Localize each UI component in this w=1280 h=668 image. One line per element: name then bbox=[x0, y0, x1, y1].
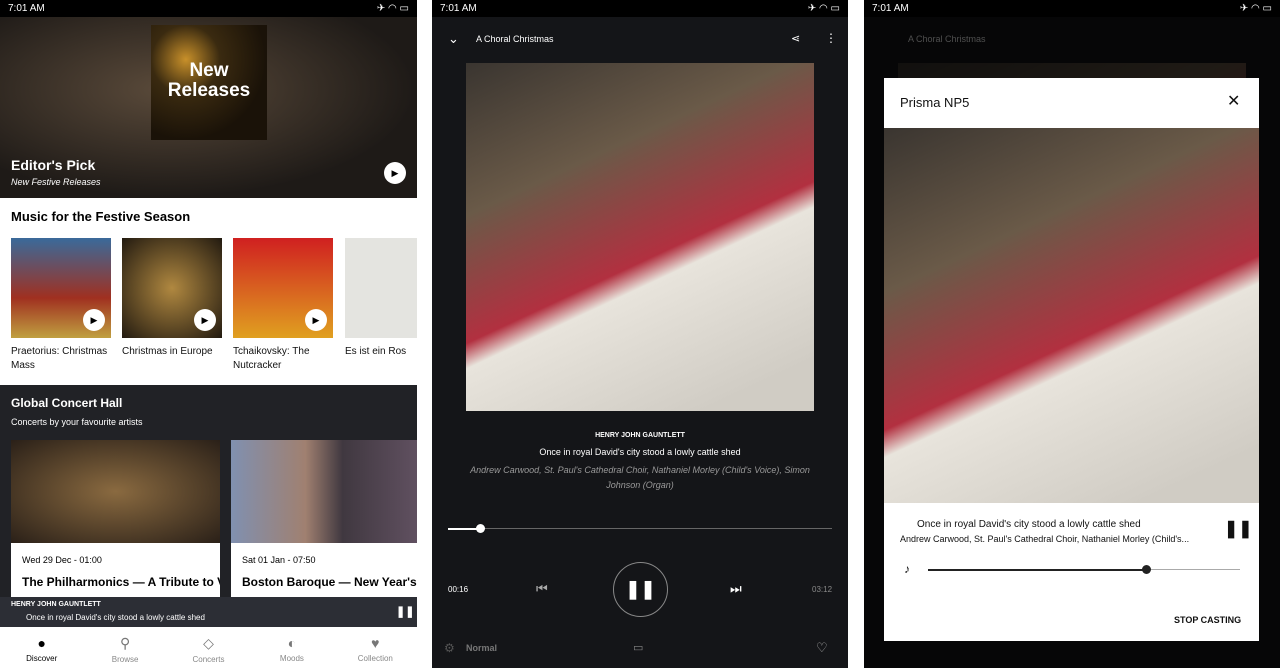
status-time: 7:01 AM bbox=[440, 3, 477, 14]
total-time: 03:12 bbox=[812, 585, 833, 594]
cast-pause-button[interactable]: ❚❚ bbox=[1224, 519, 1253, 539]
concert-image bbox=[11, 440, 220, 543]
album-art bbox=[466, 63, 814, 411]
album-tile[interactable]: ▶ bbox=[233, 238, 333, 338]
editors-pick-hero[interactable]: New Releases Editor's Pick New Festive R… bbox=[0, 17, 417, 198]
quality-label[interactable]: Normal bbox=[466, 643, 497, 653]
track-title: Once in royal David's city stood a lowly… bbox=[539, 447, 741, 457]
album-title[interactable]: Praetorius: Christmas Mass bbox=[11, 345, 116, 373]
album-title[interactable]: Christmas in Europe bbox=[122, 345, 227, 359]
cast-screen: 7:01 AM✈ ◠ ▭ A Choral Christmas Prisma N… bbox=[864, 0, 1280, 668]
hero-play-button[interactable]: ▶ bbox=[384, 162, 406, 184]
concert-title: Boston Baroque — New Year's Celebration bbox=[242, 575, 417, 589]
cast-icon[interactable]: ▭ bbox=[633, 641, 643, 654]
nav-moods[interactable]: ◐ Moods bbox=[250, 627, 333, 668]
concert-card[interactable]: Wed 29 Dec - 01:00 The Philharmonics — A… bbox=[11, 440, 220, 600]
nav-label: Discover bbox=[26, 654, 58, 663]
status-icons: ✈ ◠ ▭ bbox=[1239, 3, 1272, 14]
share-icon[interactable]: ⋖ bbox=[791, 32, 800, 45]
status-icons: ✈ ◠ ▭ bbox=[807, 3, 840, 14]
concert-title: The Philharmonics — A Tribute to Vienna bbox=[22, 575, 220, 589]
close-icon[interactable]: ✕ bbox=[1227, 91, 1240, 111]
volume-knob[interactable] bbox=[1142, 565, 1152, 574]
next-icon[interactable]: ⏭ bbox=[730, 581, 742, 597]
hero-subtitle: New Festive Releases bbox=[11, 177, 101, 187]
composer: HENRY JOHN GAUNTLETT bbox=[595, 432, 685, 439]
nav-concerts[interactable]: ◇ Concerts bbox=[167, 627, 250, 668]
play-button[interactable]: ▶ bbox=[83, 309, 105, 331]
concert-date: Wed 29 Dec - 01:00 bbox=[22, 555, 102, 565]
search-icon: ⚲ bbox=[119, 635, 131, 651]
nav-discover[interactable]: ● Discover bbox=[0, 627, 83, 668]
cast-performers: Andrew Carwood, St. Paul's Cathedral Cho… bbox=[900, 534, 1190, 544]
concerts-heading: Global Concert Hall bbox=[11, 396, 123, 410]
album-tile[interactable]: ▶ bbox=[11, 238, 111, 338]
discover-screen: 7:01 AM ✈ ◠ ▭ New Releases Editor's Pick … bbox=[0, 0, 417, 668]
hero-album-art: New Releases bbox=[151, 25, 267, 140]
concert-image bbox=[231, 440, 417, 543]
nav-collection[interactable]: ♥ Collection bbox=[334, 627, 417, 668]
play-button[interactable]: ▶ bbox=[305, 309, 327, 331]
nav-label: Collection bbox=[357, 654, 393, 663]
hero-art-text: New Releases bbox=[167, 60, 251, 101]
cast-dialog: Prisma NP5 ✕ Once in royal David's city … bbox=[884, 78, 1259, 641]
status-bar: 7:01 AM ✈ ◠ ▭ bbox=[432, 0, 848, 17]
more-icon[interactable]: ⋮ bbox=[825, 31, 837, 45]
album-tile[interactable]: ▶ bbox=[122, 238, 222, 338]
heart-icon[interactable]: ♡ bbox=[816, 640, 828, 656]
mini-pause-button[interactable]: ❚❚ bbox=[396, 605, 414, 618]
nav-label: Concerts bbox=[192, 655, 225, 664]
album-tile[interactable] bbox=[345, 238, 417, 338]
collapse-chevron-icon[interactable]: ⌄ bbox=[448, 31, 459, 47]
mini-track: Once in royal David's city stood a lowly… bbox=[26, 613, 205, 622]
status-time: 7:01 AM bbox=[872, 3, 909, 14]
gear-icon[interactable]: ⚙ bbox=[444, 641, 455, 655]
cast-album-art bbox=[884, 128, 1259, 503]
progress-knob[interactable] bbox=[475, 524, 485, 533]
festive-heading: Music for the Festive Season bbox=[11, 209, 191, 224]
mini-player[interactable]: HENRY JOHN GAUNTLETT Once in royal David… bbox=[0, 597, 417, 627]
heart-icon: ♥ bbox=[371, 635, 380, 651]
nav-label: Moods bbox=[279, 654, 304, 663]
pause-button[interactable]: ❚❚ bbox=[613, 562, 668, 617]
nav-label: Browse bbox=[111, 655, 139, 664]
bottom-nav: ● Discover ⚲ Browse ◇ Concerts ◐ Moods ♥ Coll… bbox=[0, 627, 417, 668]
concerts-subtitle: Concerts by your favourite artists bbox=[11, 417, 143, 427]
previous-icon[interactable]: ⏮ bbox=[536, 581, 548, 597]
hero-title: Editor's Pick bbox=[11, 157, 96, 173]
concert-date: Sat 01 Jan - 07:50 bbox=[242, 555, 316, 565]
status-time: 7:01 AM bbox=[8, 3, 45, 14]
status-icons: ✈ ◠ ▭ bbox=[376, 3, 409, 14]
music-note-icon: ♪ bbox=[904, 562, 910, 576]
cast-track: Once in royal David's city stood a lowly… bbox=[917, 519, 1141, 530]
mini-composer: HENRY JOHN GAUNTLETT bbox=[11, 601, 101, 608]
play-button[interactable]: ▶ bbox=[194, 309, 216, 331]
album-title[interactable]: Es ist ein Ros bbox=[345, 345, 417, 359]
volume-slider[interactable] bbox=[928, 565, 1240, 574]
elapsed-time: 00:16 bbox=[448, 585, 469, 594]
player-screen: 7:01 AM ✈ ◠ ▭ ⌄ A Choral Christmas ⋖ ⋮ HE… bbox=[432, 0, 848, 668]
player-title: A Choral Christmas bbox=[476, 34, 554, 44]
ticket-icon: ◇ bbox=[203, 635, 214, 651]
moon-icon: ◐ bbox=[287, 635, 297, 651]
progress-slider[interactable] bbox=[448, 524, 832, 533]
compass-icon: ● bbox=[37, 635, 46, 651]
status-bar: 7:01 AM ✈ ◠ ▭ bbox=[864, 0, 1280, 17]
concert-card[interactable]: Sat 01 Jan - 07:50 Boston Baroque — New … bbox=[231, 440, 417, 600]
stop-casting-button[interactable]: STOP CASTING bbox=[1174, 615, 1241, 625]
nav-browse[interactable]: ⚲ Browse bbox=[83, 627, 166, 668]
album-title[interactable]: Tchaikovsky: The Nutcracker bbox=[233, 345, 338, 373]
performers: Andrew Carwood, St. Paul's Cathedral Cho… bbox=[470, 465, 810, 490]
cast-device-name: Prisma NP5 bbox=[900, 95, 970, 110]
status-bar: 7:01 AM ✈ ◠ ▭ bbox=[0, 0, 417, 17]
